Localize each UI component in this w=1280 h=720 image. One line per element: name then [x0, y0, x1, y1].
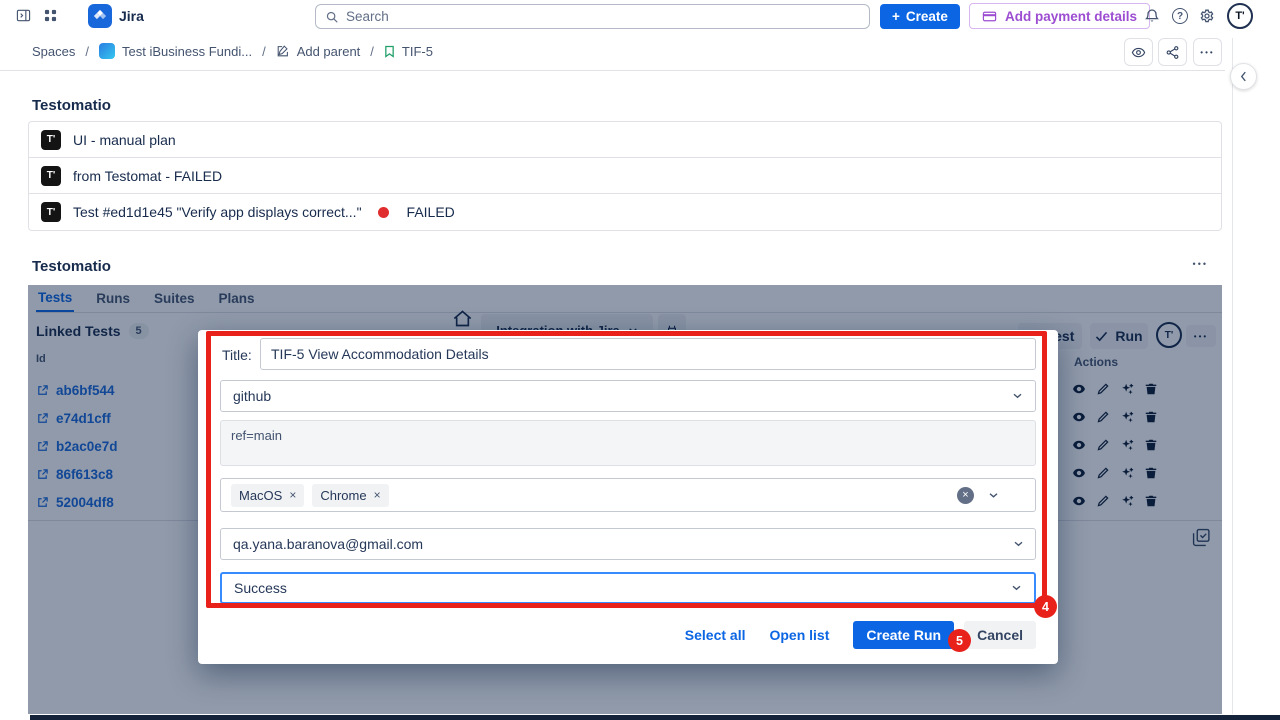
chevron-down-icon[interactable] [988, 492, 999, 499]
bookmark-icon [384, 45, 395, 58]
tags-field-controls: × [957, 487, 1025, 504]
clear-tags-icon[interactable]: × [957, 487, 974, 504]
create-button[interactable]: + Create [880, 4, 960, 29]
list-item[interactable]: T' UI - manual plan [29, 122, 1221, 158]
breadcrumb-separator: / [370, 44, 374, 59]
chevron-down-icon [1011, 585, 1022, 592]
testomat-logo-icon: T' [41, 166, 61, 186]
testomat-logo-icon: T' [41, 202, 61, 222]
breadcrumb-spaces-label: Spaces [32, 44, 75, 59]
watch-page-button[interactable] [1124, 38, 1153, 66]
environment-select[interactable]: github [220, 380, 1036, 412]
create-run-button[interactable]: Create Run [853, 621, 954, 649]
t-glyph: T' [47, 170, 56, 181]
app-name: Jira [119, 8, 144, 24]
section-title-testomatio: Testomatio [32, 97, 111, 114]
add-parent-label: Add parent [297, 44, 361, 59]
annotation-step-badge: 5 [948, 629, 971, 652]
failed-status-dot [378, 207, 389, 218]
top-navigation-bar: Jira + Create Add payment details ? T' [0, 0, 1280, 32]
breadcrumb-space-link[interactable]: Test iBusiness Fundi... [99, 43, 252, 59]
window-bottom-edge [30, 715, 1280, 720]
assignee-email-field [220, 528, 1036, 560]
space-icon [99, 43, 115, 59]
run-title-input[interactable] [260, 338, 1036, 370]
breadcrumb-current-label: TIF-5 [402, 44, 433, 59]
modal-footer: Select all Open list Create Run Cancel [198, 618, 1036, 652]
annotation-step-badge: 4 [1034, 595, 1057, 618]
chevron-left-icon [1240, 71, 1247, 82]
notifications-bell-icon[interactable] [1144, 8, 1160, 24]
global-search[interactable] [315, 4, 870, 29]
page-more-actions-button[interactable]: ••• [1193, 38, 1222, 66]
help-icon[interactable]: ? [1172, 8, 1188, 24]
create-button-label: Create [906, 9, 948, 24]
search-icon [325, 10, 339, 24]
status-select[interactable]: Success [220, 572, 1036, 604]
title-field-label: Title: [222, 347, 252, 363]
breadcrumb-separator: / [85, 44, 89, 59]
list-item-label: from Testomat - FAILED [73, 168, 222, 184]
widget-header: Testomatio ••• [32, 258, 1222, 276]
user-avatar[interactable]: T' [1227, 3, 1253, 29]
select-all-link[interactable]: Select all [685, 627, 746, 643]
list-item-label: Test #ed1d1e45 "Verify app displays corr… [73, 204, 362, 220]
run-parameters-textarea[interactable]: ref=main [220, 420, 1036, 466]
search-input[interactable] [346, 6, 856, 27]
t-glyph: T' [47, 134, 56, 145]
jira-logo-icon[interactable] [88, 4, 112, 28]
eye-icon [1131, 45, 1146, 60]
collapse-panel-button[interactable] [1230, 63, 1257, 90]
share-icon [1165, 45, 1180, 60]
list-item-label: UI - manual plan [73, 132, 176, 148]
testomat-logo-icon: T' [41, 130, 61, 150]
widget-more-actions-icon[interactable]: ••• [1193, 259, 1208, 269]
share-page-button[interactable] [1158, 38, 1187, 66]
breadcrumb-space-label: Test iBusiness Fundi... [122, 44, 252, 59]
testomatio-link-list: T' UI - manual plan T' from Testomat - F… [28, 121, 1222, 231]
tag-chip-label: Chrome [320, 488, 366, 503]
sidebar-toggle-icon[interactable] [16, 8, 31, 23]
settings-gear-icon[interactable] [1199, 8, 1215, 24]
ellipsis-icon: ••• [1200, 48, 1214, 57]
add-parent-button[interactable]: Add parent [276, 44, 361, 59]
cancel-button[interactable]: Cancel [964, 621, 1036, 649]
status-label: FAILED [407, 204, 455, 220]
plus-icon: + [892, 9, 900, 24]
tag-chip-label: MacOS [239, 488, 282, 503]
assignee-email-input[interactable] [220, 528, 1036, 560]
create-run-modal: Title: github ref=main MacOS × Chrome × … [198, 330, 1058, 664]
remove-tag-icon[interactable]: × [374, 488, 381, 502]
question-glyph: ? [1177, 11, 1183, 22]
edit-icon [276, 44, 290, 58]
list-item[interactable]: T' from Testomat - FAILED [29, 158, 1221, 194]
tag-chip: MacOS × [231, 484, 304, 507]
chevron-down-icon [1012, 393, 1023, 400]
breadcrumb-current-page[interactable]: TIF-5 [384, 44, 433, 59]
open-list-link[interactable]: Open list [769, 627, 829, 643]
add-payment-details-label: Add payment details [1005, 9, 1137, 24]
breadcrumb: Spaces / Test iBusiness Fundi... / Add p… [32, 32, 433, 70]
status-select-value: Success [234, 580, 287, 596]
list-item[interactable]: T' Test #ed1d1e45 "Verify app displays c… [29, 194, 1221, 230]
add-payment-details-button[interactable]: Add payment details [969, 3, 1150, 29]
header-divider [0, 70, 1225, 71]
breadcrumb-spaces[interactable]: Spaces [32, 44, 75, 59]
panel-divider [1232, 38, 1233, 714]
close-glyph: × [962, 489, 968, 501]
t-glyph: T' [47, 207, 56, 218]
tag-chip: Chrome × [312, 484, 388, 507]
breadcrumb-separator: / [262, 44, 266, 59]
remove-tag-icon[interactable]: × [289, 488, 296, 502]
environment-select-value: github [233, 388, 271, 404]
avatar-initials: T' [1235, 10, 1244, 22]
widget-title: Testomatio [32, 258, 111, 275]
app-switcher-grid-icon[interactable] [44, 9, 57, 22]
credit-card-icon [982, 9, 997, 24]
run-parameters-value: ref=main [231, 428, 282, 443]
tags-multiselect[interactable]: MacOS × Chrome × × [220, 478, 1036, 512]
chevron-down-icon[interactable] [1013, 541, 1024, 548]
